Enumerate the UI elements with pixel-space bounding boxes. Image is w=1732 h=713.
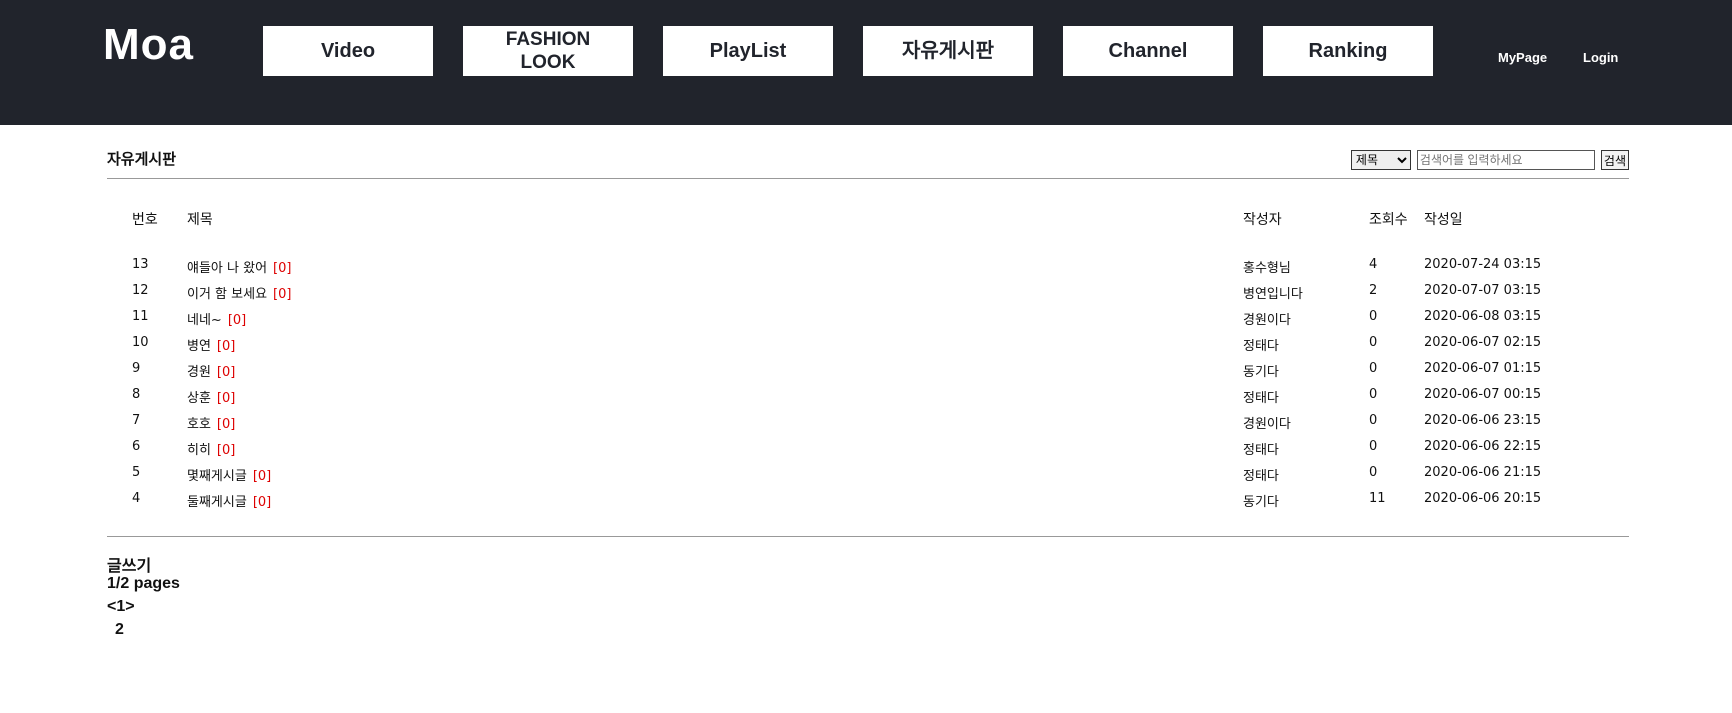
site-header: Moa Video FASHION LOOK PlayList 자유게시판 Cha… [0, 0, 1732, 125]
post-no: 7 [132, 413, 141, 428]
post-date: 2020-06-07 00:15 [1424, 387, 1542, 402]
nav-video-button[interactable]: Video [263, 26, 433, 76]
post-date: 2020-06-06 21:15 [1424, 465, 1542, 480]
search-button[interactable]: 검색 [1600, 150, 1629, 170]
comment-count: [0] [252, 469, 272, 484]
post-no: 5 [132, 465, 141, 480]
divider [107, 536, 1629, 537]
post-title-link[interactable]: 경원 [0] [187, 361, 235, 380]
post-title[interactable]: 이거 함 보세요 [187, 287, 267, 302]
nav-board-button[interactable]: 자유게시판 [863, 26, 1033, 76]
post-views: 0 [1369, 309, 1378, 324]
post-writer: 병연입니다 [1243, 287, 1303, 302]
page-link-2[interactable]: 2 [115, 621, 124, 639]
comment-count: [0] [216, 417, 236, 432]
post-title[interactable]: 몇째게시글 [187, 469, 247, 484]
column-header-writer: 작성자 [1243, 212, 1282, 228]
login-link[interactable]: Login [1583, 50, 1618, 65]
post-no: 11 [132, 309, 149, 324]
post-title-link[interactable]: 히히 [0] [187, 439, 235, 458]
post-date: 2020-06-06 23:15 [1424, 413, 1542, 428]
post-views: 0 [1369, 387, 1378, 402]
post-title-link[interactable]: 몇째게시글 [0] [187, 465, 271, 484]
comment-count: [0] [273, 287, 292, 302]
post-views: 4 [1369, 257, 1378, 272]
column-header-views: 조회수 [1369, 212, 1408, 228]
post-title-link[interactable]: 네네~ [0] [187, 309, 246, 328]
post-title[interactable]: 얘들아 나 왔어 [187, 261, 267, 276]
post-no: 8 [132, 387, 141, 402]
nav-fashion-look-label: FASHION LOOK [505, 29, 591, 73]
post-title[interactable]: 둘째게시글 [187, 495, 247, 510]
mypage-link[interactable]: MyPage [1498, 50, 1547, 65]
post-writer: 정태다 [1243, 391, 1279, 406]
post-no: 10 [132, 335, 149, 350]
post-views: 0 [1369, 335, 1378, 350]
search-type-select[interactable]: 제목 [1350, 150, 1411, 170]
comment-count: [0] [216, 365, 236, 380]
nav-ranking-button[interactable]: Ranking [1263, 26, 1433, 76]
post-date: 2020-07-24 03:15 [1424, 257, 1542, 272]
nav-channel-button[interactable]: Channel [1063, 26, 1233, 76]
post-title-link[interactable]: 상훈 [0] [187, 387, 235, 406]
comment-count: [0] [252, 495, 272, 510]
post-no: 6 [132, 439, 141, 454]
post-writer: 홍수형님 [1243, 261, 1291, 276]
post-title[interactable]: 네네~ [187, 313, 222, 328]
post-views: 11 [1369, 491, 1386, 506]
post-title[interactable]: 상훈 [187, 391, 211, 406]
comment-count: [0] [216, 443, 236, 458]
post-no: 13 [132, 257, 149, 272]
post-title-link[interactable]: 병연 [0] [187, 335, 235, 354]
post-views: 0 [1369, 413, 1378, 428]
write-button[interactable]: 글쓰기 [107, 552, 151, 576]
comment-count: [0] [216, 391, 236, 406]
post-title-link[interactable]: 호호 [0] [187, 413, 235, 432]
search-input[interactable] [1416, 150, 1595, 170]
comment-count: [0] [227, 313, 247, 328]
nav-fashion-look-button[interactable]: FASHION LOOK [463, 26, 633, 76]
post-no: 12 [132, 283, 149, 298]
post-title-link[interactable]: 둘째게시글 [0] [187, 491, 271, 510]
post-date: 2020-07-07 03:15 [1424, 283, 1542, 298]
post-views: 0 [1369, 361, 1378, 376]
post-title[interactable]: 호호 [187, 417, 211, 432]
logo[interactable]: Moa [103, 20, 194, 70]
search-bar: 제목 검색 [1350, 150, 1629, 170]
post-views: 2 [1369, 283, 1378, 298]
post-no: 4 [132, 491, 141, 506]
post-title[interactable]: 병연 [187, 339, 211, 354]
post-writer: 경원이다 [1243, 313, 1291, 328]
post-date: 2020-06-07 02:15 [1424, 335, 1542, 350]
divider [107, 178, 1629, 179]
post-writer: 동기다 [1243, 365, 1279, 380]
post-writer: 동기다 [1243, 495, 1279, 510]
post-date: 2020-06-07 01:15 [1424, 361, 1542, 376]
post-date: 2020-06-06 20:15 [1424, 491, 1542, 506]
page-title: 자유게시판 [107, 150, 177, 168]
comment-count: [0] [216, 339, 236, 354]
post-writer: 정태다 [1243, 339, 1279, 354]
post-no: 9 [132, 361, 141, 376]
post-title[interactable]: 히히 [187, 443, 211, 458]
post-writer: 경원이다 [1243, 417, 1291, 432]
post-writer: 정태다 [1243, 443, 1279, 458]
column-header-date: 작성일 [1424, 212, 1463, 228]
current-page[interactable]: <1> [107, 598, 135, 616]
post-title[interactable]: 경원 [187, 365, 211, 380]
post-date: 2020-06-06 22:15 [1424, 439, 1542, 454]
post-writer: 정태다 [1243, 469, 1279, 484]
nav-playlist-button[interactable]: PlayList [663, 26, 833, 76]
post-title-link[interactable]: 이거 함 보세요 [0] [187, 283, 291, 302]
page-info: 1/2 pages [107, 575, 180, 592]
post-date: 2020-06-08 03:15 [1424, 309, 1542, 324]
column-header-title: 제목 [187, 212, 213, 228]
post-views: 0 [1369, 439, 1378, 454]
column-header-no: 번호 [132, 212, 158, 228]
post-views: 0 [1369, 465, 1378, 480]
comment-count: [0] [273, 261, 292, 276]
post-title-link[interactable]: 얘들아 나 왔어 [0] [187, 257, 291, 276]
